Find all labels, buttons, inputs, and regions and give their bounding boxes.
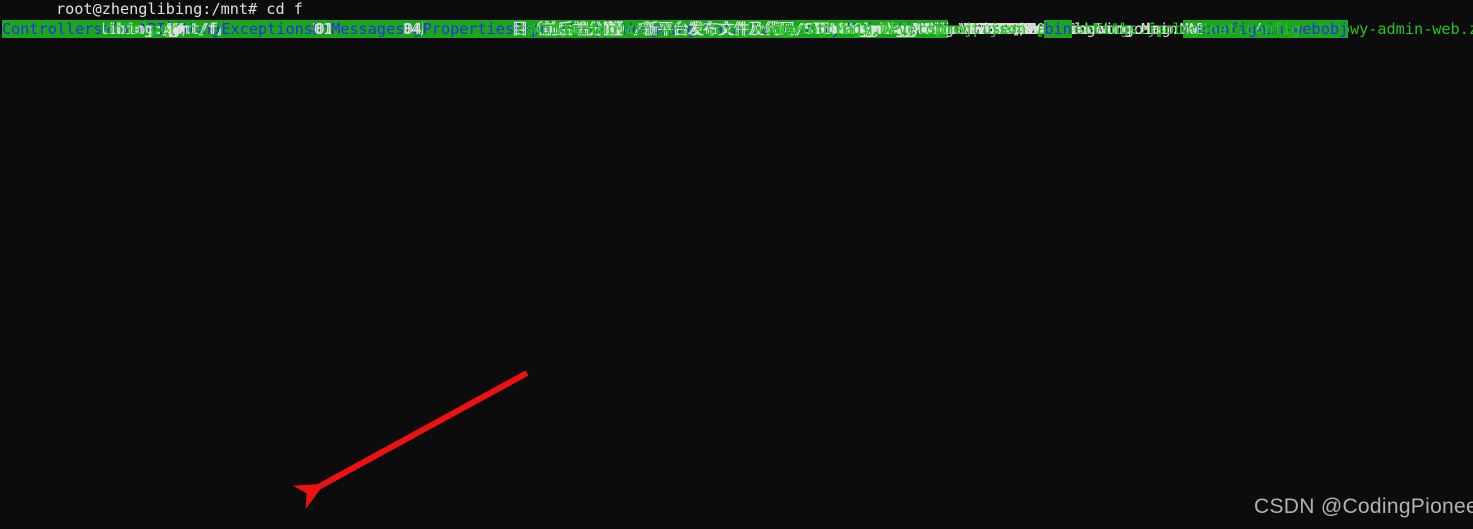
terminal-line: root@zhenglibing:/mnt# cd froot@zhenglib… [44, 0, 1473, 38]
terminal-line: root@zhenglibing:/mnt# cd froot@zhenglib… [32, 0, 1473, 38]
directory-entry: Controllers [2, 19, 103, 38]
terminal-line: root@zhenglibing:/mnt# cd froot@zhenglib… [14, 0, 1473, 38]
csdn-watermark: CSDN @CodingPioneer [1254, 495, 1473, 518]
terminal-line: root@zhenglibing:/mnt# cd froot@zhenglib… [2, 0, 1473, 38]
terminal-line: root@zhenglibing:/mnt# cd froot@zhenglib… [42, 0, 1473, 38]
terminal-line: root@zhenglibing:/mnt# cd froot@zhenglib… [46, 0, 1473, 38]
terminal-line: root@zhenglibing:/mnt# cd froot@zhenglib… [0, 0, 1473, 38]
terminal-line: root@zhenglibing:/mnt# cd froot@zhenglib… [48, 0, 1473, 38]
terminal-line: root@zhenglibing:/mnt# cd froot@zhenglib… [34, 0, 1473, 38]
terminal-line: root@zhenglibing:/mnt# cd froot@zhenglib… [26, 0, 1473, 38]
red-annotation-arrow [292, 370, 529, 509]
file-entry: Wongoing.Main.API.csproj [532, 19, 752, 38]
directory-entry: Properties [422, 19, 515, 38]
terminal-line: root@zhenglibing:/mnt# cd froot@zhenglib… [38, 0, 1473, 38]
terminal-line: root@zhenglibing:/mnt# cd froot@zhenglib… [30, 0, 1473, 38]
directory-entry: Messages [331, 19, 405, 38]
terminal-line: root@zhenglibing:/mnt# cd froot@zhenglib… [8, 0, 1473, 38]
terminal-line: root@zhenglibing:/mnt# cd froot@zhenglib… [50, 0, 1473, 38]
directory-entry: obj [1320, 19, 1349, 38]
terminal-output: root@zhenglibing:/mnt# cd froot@zhenglib… [0, 0, 1473, 38]
file-entry: appsettings.Development.json [770, 19, 1027, 38]
directory-entry: bin [1044, 19, 1072, 38]
terminal-line: root@zhenglibing:/mnt# cd froot@zhenglib… [18, 0, 1473, 38]
terminal-line: root@zhenglibing:/mnt# cd froot@zhenglib… [28, 0, 1473, 38]
terminal-line: root@zhenglibing:/mnt# cd froot@zhenglib… [12, 0, 1473, 38]
terminal-window[interactable]: root@zhenglibing:/mnt# cd froot@zhenglib… [0, 0, 1473, 529]
terminal-line: root@zhenglibing:/mnt# cd froot@zhenglib… [22, 0, 1473, 38]
terminal-line: root@zhenglibing:/mnt# cd froot@zhenglib… [16, 0, 1473, 38]
terminal-line: root@zhenglibing:/mnt# cd froot@zhenglib… [52, 0, 1473, 38]
terminal-text: root@zhenglibing:/mnt# cd f [56, 0, 303, 18]
terminal-line: root@zhenglibing:/mnt# cd froot@zhenglib… [6, 0, 1473, 38]
terminal-line: root@zhenglibing:/mnt# cd froot@zhenglib… [36, 0, 1473, 38]
terminal-line: root@zhenglibing:/mnt# cd f [54, 0, 1473, 20]
terminal-line: root@zhenglibing:/mnt# cd froot@zhenglib… [20, 0, 1473, 38]
terminal-line: root@zhenglibing:/mnt# cd froot@zhenglib… [24, 0, 1473, 38]
file-entry: log4net.config [1172, 19, 1301, 38]
terminal-line: root@zhenglibing:/mnt# cd froot@zhenglib… [40, 0, 1473, 38]
terminal-line: root@zhenglibing:/mnt# cd froot@zhenglib… [10, 0, 1473, 38]
directory-entry: Exceptions [221, 19, 313, 38]
terminal-line: root@zhenglibing:/mnt# cd froot@zhenglib… [4, 0, 1473, 38]
